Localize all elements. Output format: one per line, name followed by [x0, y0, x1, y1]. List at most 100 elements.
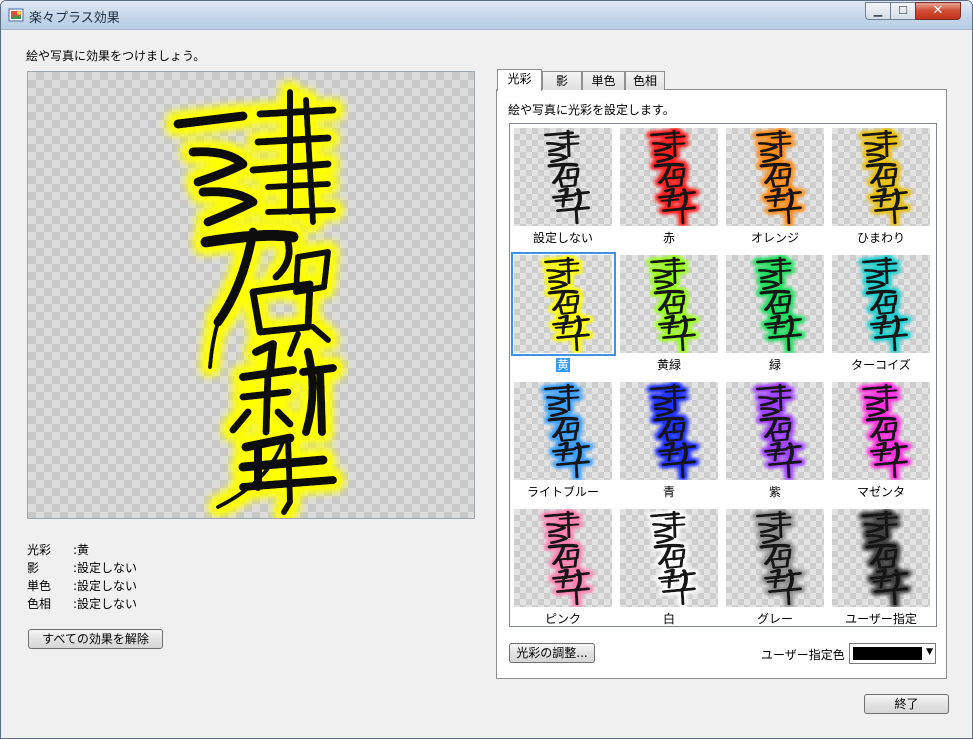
close-icon: ✕: [932, 3, 944, 18]
calligraphy-thumbnail-art: [756, 129, 802, 225]
end-button[interactable]: 終了: [864, 694, 949, 714]
calligraphy-thumbnail-art: [544, 129, 590, 225]
tab-shadow[interactable]: 影: [542, 71, 582, 90]
status-row-mono: 単色 :設定しない: [27, 577, 137, 595]
glow-option-text: ライトブルー: [526, 485, 599, 499]
title-bar[interactable]: 楽々プラス効果 ▁ ☐ ✕: [1, 1, 972, 30]
glow-option-text: 黄: [555, 358, 570, 372]
status-row-hue: 色相 :設定しない: [27, 595, 137, 613]
calligraphy-thumbnail-art: [650, 510, 696, 606]
calligraphy-thumbnail-art: [544, 510, 590, 606]
calligraphy-thumbnail-art: [862, 510, 908, 606]
calligraphy-thumbnail-art: [862, 383, 908, 479]
tab-hue[interactable]: 色相: [625, 71, 665, 90]
status-value: :設定しない: [73, 597, 138, 611]
status-row-shadow: 影 :設定しない: [27, 559, 137, 577]
glow-thumbnail[interactable]: [726, 255, 824, 353]
calligraphy-thumbnail-art: [756, 383, 802, 479]
user-color-dropdown[interactable]: ▼: [849, 643, 936, 664]
glow-thumbnail[interactable]: [726, 509, 824, 607]
status-key: 影: [27, 561, 40, 575]
close-button[interactable]: ✕: [915, 2, 961, 20]
window-title: 楽々プラス効果: [29, 11, 120, 26]
status-list: 光彩 :黄 影 :設定しない 単色 :設定しない 色相 :設定しない: [27, 541, 137, 613]
glow-option-label[interactable]: グレー: [723, 610, 827, 626]
glow-option-label[interactable]: ひまわり: [829, 229, 933, 246]
instruction-text: 絵や写真に効果をつけましょう。: [26, 49, 206, 63]
glow-option-label[interactable]: 黄緑: [617, 356, 721, 373]
app-icon: [8, 8, 24, 22]
panel-description: 絵や写真に光彩を設定します。: [508, 103, 675, 117]
glow-thumbnail[interactable]: [832, 509, 930, 607]
glow-thumbnail[interactable]: [514, 128, 612, 226]
maximize-button[interactable]: ☐: [890, 2, 916, 20]
status-key: 光彩: [27, 543, 52, 557]
user-color-label: ユーザー指定色: [761, 648, 845, 662]
glow-thumbnail[interactable]: [620, 128, 718, 226]
status-value: :設定しない: [73, 579, 138, 593]
user-color-swatch: [853, 647, 922, 660]
tab-glow[interactable]: 光彩: [497, 69, 542, 91]
glow-option-text: オレンジ: [750, 231, 799, 245]
calligraphy-preview: [173, 89, 337, 515]
glow-option-label[interactable]: ターコイズ: [829, 356, 933, 373]
glow-option-label[interactable]: 白: [617, 610, 721, 626]
glow-option-label[interactable]: 紫: [723, 483, 827, 500]
glow-option-text: マゼンタ: [856, 485, 905, 499]
glow-option-label[interactable]: ピンク: [511, 610, 615, 626]
status-value: :設定しない: [73, 561, 138, 575]
calligraphy-thumbnail-art: [650, 383, 696, 479]
minimize-button[interactable]: ▁: [865, 2, 891, 20]
calligraphy-thumbnail-art: [862, 129, 908, 225]
glow-option-label[interactable]: 青: [617, 483, 721, 500]
minimize-icon: ▁: [873, 4, 883, 17]
glow-thumbnail[interactable]: [832, 382, 930, 480]
dropdown-arrow-icon: ▼: [926, 647, 933, 657]
status-value: :黄: [73, 543, 90, 557]
calligraphy-thumbnail-art: [756, 510, 802, 606]
calligraphy-thumbnail-art: [650, 129, 696, 225]
glow-option-text: ピンク: [544, 612, 581, 626]
tab-mono[interactable]: 単色: [582, 71, 625, 90]
glow-option-text: ターコイズ: [851, 358, 911, 372]
glow-option-label[interactable]: マゼンタ: [829, 483, 933, 500]
status-key: 単色: [27, 579, 52, 593]
glow-thumbnail[interactable]: [726, 128, 824, 226]
glow-thumbnail[interactable]: [832, 128, 930, 226]
glow-option-text: 黄緑: [656, 358, 681, 372]
adjust-glow-button[interactable]: 光彩の調整...: [509, 643, 595, 663]
status-key: 色相: [27, 597, 52, 611]
maximize-icon: ☐: [898, 4, 908, 17]
glow-option-label[interactable]: ライトブルー: [511, 483, 615, 500]
glow-thumbnail[interactable]: [514, 509, 612, 607]
calligraphy-thumbnail-art: [544, 383, 590, 479]
glow-option-label[interactable]: ユーザー指定: [829, 610, 933, 626]
glow-option-label[interactable]: 黄: [511, 356, 615, 373]
glow-option-label[interactable]: 設定しない: [511, 229, 615, 246]
glow-option-label[interactable]: 赤: [617, 229, 721, 246]
glow-option-text: 赤: [662, 231, 675, 245]
glow-option-text: 緑: [768, 358, 781, 372]
glow-option-text: 白: [662, 612, 675, 626]
glow-thumbnail[interactable]: [726, 382, 824, 480]
glow-thumbnail[interactable]: [832, 255, 930, 353]
calligraphy-thumbnail-art: [862, 256, 908, 352]
glow-option-text: 紫: [768, 485, 781, 499]
glow-option-text: 設定しない: [532, 231, 593, 245]
glow-option-text: ユーザー指定: [845, 612, 917, 626]
glow-thumbnail[interactable]: [620, 255, 718, 353]
glow-option-label[interactable]: 緑: [723, 356, 827, 373]
calligraphy-thumbnail-art: [650, 256, 696, 352]
glow-thumbnail[interactable]: [514, 255, 612, 353]
glow-thumbnail[interactable]: [514, 382, 612, 480]
app-window: 楽々プラス効果 ▁ ☐ ✕ 絵や写真に効果をつけましょう。 光彩:黄 影:設…: [0, 0, 973, 739]
calligraphy-thumbnail-art: [544, 256, 590, 352]
glow-option-label[interactable]: オレンジ: [723, 229, 827, 246]
glow-thumbnail[interactable]: [620, 382, 718, 480]
status-row-glow: 光彩 :黄: [27, 541, 137, 559]
glow-option-text: 青: [662, 485, 675, 499]
glow-gallery: 設定しない 赤 オレンジ ひまわり黄 黄緑 緑 ターコイズライトブルー 青 紫 マゼンタピンク 白 グ…: [509, 123, 937, 627]
glow-option-text: グレー: [756, 612, 793, 626]
reset-all-effects-button[interactable]: すべての効果を解除: [28, 629, 163, 649]
glow-thumbnail[interactable]: [620, 509, 718, 607]
